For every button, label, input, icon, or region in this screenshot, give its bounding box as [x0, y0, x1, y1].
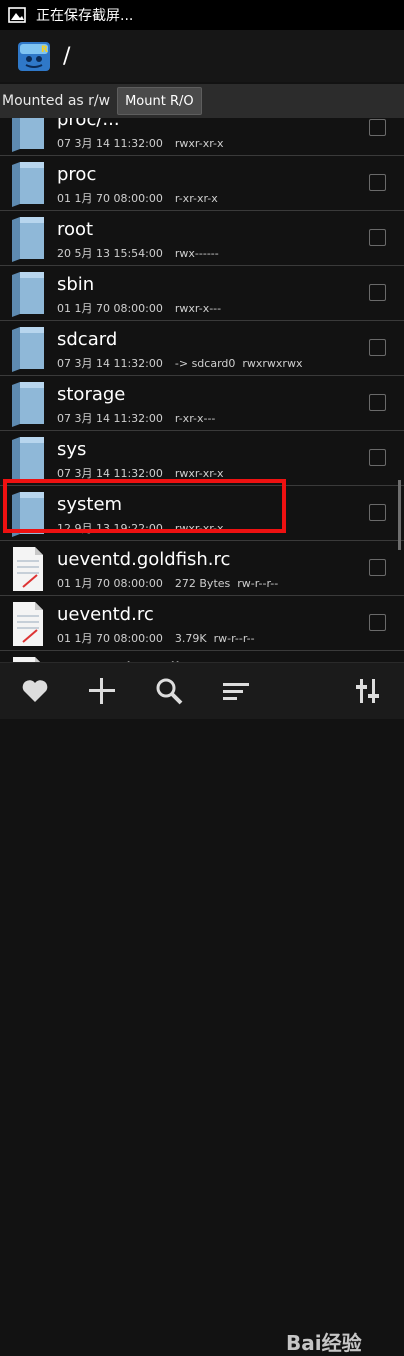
status-bar: 正在保存截屏... — [0, 0, 404, 30]
file-meta: 07 3月 14 11:32:00 rwxr-xr-x — [57, 135, 224, 151]
file-icon — [9, 545, 47, 593]
file-meta: 01 1月 70 08:00:00 r-xr-xr-x — [57, 190, 218, 206]
file-meta: 07 3月 14 11:32:00 -> sdcard0 rwxrwxrwx — [57, 355, 302, 371]
select-checkbox[interactable] — [369, 394, 386, 411]
file-row-4[interactable]: sbin 01 1月 70 08:00:00 rwxr-x--- — [0, 266, 404, 321]
select-checkbox[interactable] — [369, 559, 386, 576]
select-checkbox[interactable] — [369, 504, 386, 521]
scrollbar[interactable] — [398, 480, 401, 550]
file-row-6[interactable]: storage 07 3月 14 11:32:00 r-xr-x--- — [0, 376, 404, 431]
menu-lines-icon[interactable] — [220, 675, 252, 707]
folder-icon — [9, 118, 47, 153]
folder-icon — [9, 380, 47, 428]
mount-status-label: Mounted as r/w — [2, 93, 111, 109]
plus-icon[interactable] — [86, 675, 118, 707]
folder-icon — [9, 215, 47, 263]
file-date: 01 1月 70 08:00:00 — [57, 577, 163, 590]
file-meta: 01 1月 70 08:00:00 3.79K rw-r--r-- — [57, 630, 255, 646]
select-checkbox[interactable] — [369, 449, 386, 466]
file-icon — [9, 655, 47, 662]
settings-icon[interactable] — [352, 675, 384, 707]
file-perms: r-xr-xr-x — [174, 192, 218, 205]
select-checkbox[interactable] — [369, 339, 386, 356]
select-checkbox[interactable] — [369, 614, 386, 631]
file-name: root — [57, 219, 94, 240]
search-icon[interactable] — [153, 675, 185, 707]
folder-icon — [9, 325, 47, 373]
file-row-11[interactable]: ueventd.smdk4x12.rc — [0, 651, 404, 662]
file-row-3[interactable]: root 20 5月 13 15:54:00 rwx------ — [0, 211, 404, 266]
file-perms: 3.79K rw-r--r-- — [174, 632, 255, 645]
file-date: 20 5月 13 15:54:00 — [57, 247, 163, 260]
highlight-annotation — [3, 479, 286, 533]
folder-icon — [9, 160, 47, 208]
file-perms: 272 Bytes rw-r--r-- — [174, 577, 279, 590]
file-meta: 01 1月 70 08:00:00 272 Bytes rw-r--r-- — [57, 575, 278, 591]
file-icon — [9, 600, 47, 648]
file-date: 01 1月 70 08:00:00 — [57, 192, 163, 205]
watermark-text: Bai经验 — [286, 1331, 362, 1355]
file-row-5[interactable]: sdcard 07 3月 14 11:32:00 -> sdcard0 rwxrwx… — [0, 321, 404, 376]
select-checkbox[interactable] — [369, 284, 386, 301]
file-row-1[interactable]: proc/... 07 3月 14 11:32:00 rwxr-xr-x — [0, 118, 404, 156]
file-name: ueventd.goldfish.rc — [57, 549, 231, 570]
file-name: sys — [57, 439, 87, 460]
folder-icon — [9, 270, 47, 318]
mount-bar: Mounted as r/w Mount R/O — [0, 84, 404, 118]
file-perms: -> sdcard0 rwxrwxrwx — [174, 357, 303, 370]
file-row-10[interactable]: ueventd.rc 01 1月 70 08:00:00 3.79K rw-r--r… — [0, 596, 404, 651]
file-date: 07 3月 14 11:32:00 — [57, 357, 163, 370]
select-checkbox[interactable] — [369, 119, 386, 136]
file-meta: 01 1月 70 08:00:00 rwxr-x--- — [57, 300, 221, 316]
file-perms: r-xr-x--- — [174, 412, 216, 425]
file-name: ueventd.rc — [57, 604, 154, 625]
folder-icon — [9, 435, 47, 483]
mount-ro-button[interactable]: Mount R/O — [117, 87, 202, 115]
file-date: 01 1月 70 08:00:00 — [57, 302, 163, 315]
heart-icon[interactable] — [19, 675, 51, 707]
file-name: proc — [57, 164, 97, 185]
svg-text:R: R — [41, 45, 48, 55]
screenshot-icon — [8, 7, 26, 23]
file-date: 01 1月 70 08:00:00 — [57, 632, 163, 645]
bottom-toolbar: Bai经验 — [0, 662, 404, 1355]
file-perms: rwx------ — [174, 247, 219, 260]
file-name: storage — [57, 384, 126, 405]
file-name: proc/... — [57, 118, 120, 130]
action-bar: R / — [0, 30, 404, 82]
file-date: 07 3月 14 11:32:00 — [57, 137, 163, 150]
current-path: / — [63, 43, 71, 69]
select-checkbox[interactable] — [369, 229, 386, 246]
app-logo-icon[interactable]: R — [17, 39, 51, 73]
file-name: sbin — [57, 274, 95, 295]
file-row-9[interactable]: ueventd.goldfish.rc 01 1月 70 08:00:00 272 … — [0, 541, 404, 596]
file-name: sdcard — [57, 329, 118, 350]
file-row-2[interactable]: proc 01 1月 70 08:00:00 r-xr-xr-x — [0, 156, 404, 211]
select-checkbox[interactable] — [369, 174, 386, 191]
file-row-7[interactable]: sys 07 3月 14 11:32:00 rwxr-xr-x — [0, 431, 404, 486]
file-meta: 07 3月 14 11:32:00 r-xr-x--- — [57, 410, 215, 426]
file-meta: 20 5月 13 15:54:00 rwx------ — [57, 245, 219, 261]
status-notification: 正在保存截屏... — [36, 8, 134, 24]
file-perms: rwxr-xr-x — [174, 137, 224, 150]
file-date: 07 3月 14 11:32:00 — [57, 412, 163, 425]
file-list[interactable]: proc/... 07 3月 14 11:32:00 rwxr-xr-x proc 01… — [0, 118, 404, 662]
file-perms: rwxr-x--- — [174, 302, 222, 315]
